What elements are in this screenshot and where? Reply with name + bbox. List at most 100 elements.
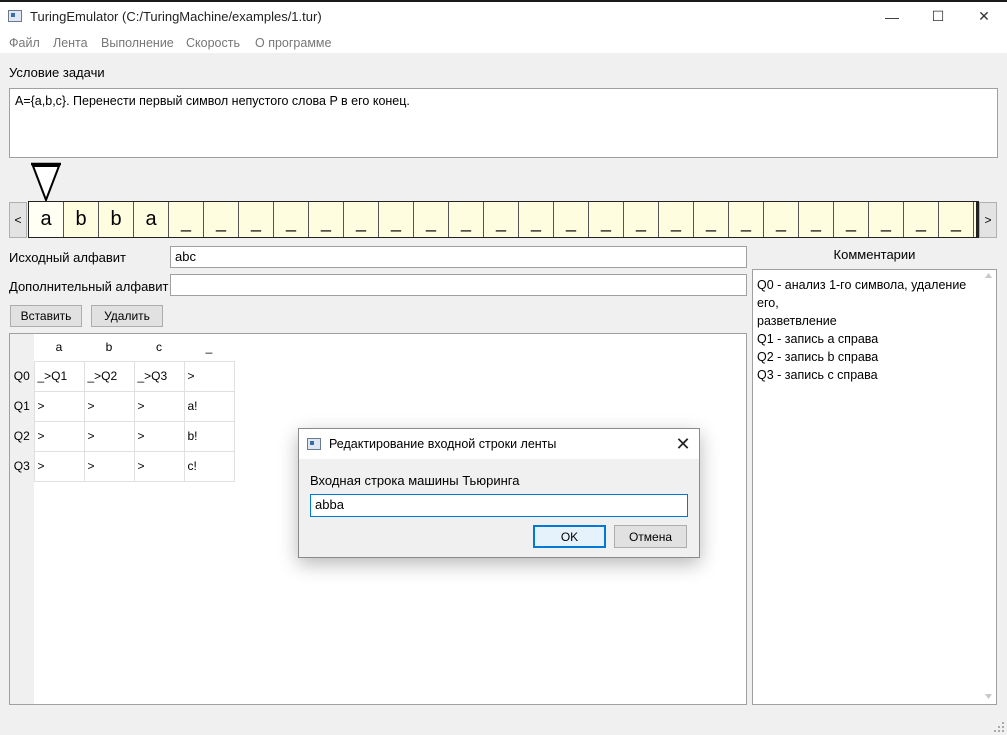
table-cell[interactable]: >	[133, 420, 185, 452]
table-cell[interactable]: >	[33, 390, 85, 422]
table-cell[interactable]: >	[83, 450, 135, 482]
tape-cell[interactable]: _	[239, 202, 274, 237]
table-cell[interactable]: _>Q3	[133, 360, 185, 392]
column-header-c[interactable]: c	[134, 334, 184, 361]
condition-label: Условие задачи	[9, 65, 105, 80]
tape-scroll-right-button[interactable]: >	[979, 202, 997, 238]
tape-cell[interactable]: _	[694, 202, 729, 237]
table-cell[interactable]: >	[183, 360, 235, 392]
tape-cell[interactable]: _	[169, 202, 204, 237]
table-cell[interactable]: >	[33, 450, 85, 482]
column-header-b[interactable]: b	[84, 334, 134, 361]
tape-strip: a b b a _ _ _ _ _ _ _ _ _ _ _ _ _ _ _ _ _ _ _ _ _ _ _	[28, 201, 979, 238]
menu-about[interactable]: О программе	[255, 36, 331, 50]
table-row: Q2 > > > b!	[10, 420, 235, 452]
table-row: Q3 > > > c!	[10, 450, 235, 482]
comment-line: Q0 - анализ 1-го символа, удаление его,	[757, 278, 967, 310]
edit-tape-dialog: Редактирование входной строки ленты ✕ Вх…	[298, 428, 700, 558]
maximize-button[interactable]: ☐	[915, 0, 961, 33]
tape-cell[interactable]: a	[134, 202, 169, 237]
tape-cell[interactable]: _	[554, 202, 589, 237]
tape-cell[interactable]: _	[729, 202, 764, 237]
tape-cell[interactable]: _	[414, 202, 449, 237]
table-cell[interactable]: b!	[183, 420, 235, 452]
cancel-button[interactable]: Отмена	[614, 525, 687, 548]
tape-cell[interactable]: _	[449, 202, 484, 237]
tape-cell[interactable]: _	[624, 202, 659, 237]
tape-cell[interactable]: _	[309, 202, 344, 237]
window-top-border	[0, 0, 1007, 2]
tape-cell[interactable]: b	[99, 202, 134, 237]
dialog-title: Редактирование входной строки ленты	[329, 437, 557, 451]
tape-cell[interactable]: _	[204, 202, 239, 237]
dialog-input-label: Входная строка машины Тьюринга	[310, 473, 520, 488]
tape-cell[interactable]: a	[29, 202, 64, 237]
scroll-down-arrow-icon	[985, 694, 992, 699]
tape-cell[interactable]: _	[799, 202, 834, 237]
table-cell[interactable]: >	[133, 450, 185, 482]
menu-file[interactable]: Файл	[9, 36, 40, 50]
table-cell[interactable]: c!	[183, 450, 235, 482]
tape-cell[interactable]: _	[764, 202, 799, 237]
comments-textbox[interactable]: Q0 - анализ 1-го символа, удаление его, …	[752, 269, 997, 705]
comments-scrollbar[interactable]	[981, 270, 996, 704]
window-title: TuringEmulator (C:/TuringMachine/example…	[30, 9, 322, 24]
table-row: Q0 _>Q1 _>Q2 _>Q3 >	[10, 360, 235, 392]
comment-line: Q2 - запись b справа	[757, 350, 879, 364]
tape-cell[interactable]: _	[344, 202, 379, 237]
table-cell[interactable]: >	[33, 420, 85, 452]
tape-cell[interactable]: _	[869, 202, 904, 237]
table-cell[interactable]: >	[133, 390, 185, 422]
ok-button[interactable]: OK	[533, 525, 606, 548]
tape-cell[interactable]: _	[379, 202, 414, 237]
app-icon	[8, 10, 22, 22]
table-cell[interactable]: _>Q1	[33, 360, 85, 392]
tape-cell[interactable]: _	[484, 202, 519, 237]
dialog-close-button[interactable]: ✕	[671, 432, 695, 456]
comments-label: Комментарии	[833, 247, 916, 262]
row-header-q0[interactable]: Q0	[10, 361, 34, 391]
source-alphabet-label: Исходный алфавит	[9, 250, 126, 265]
tape-input-field[interactable]: abba	[310, 494, 688, 517]
maximize-icon: ☐	[931, 8, 945, 24]
condition-textbox[interactable]: A={a,b,c}. Перенести первый символ непус…	[9, 88, 998, 158]
extra-alphabet-input[interactable]	[170, 274, 747, 296]
tape-cell[interactable]: _	[904, 202, 939, 237]
row-header-q3[interactable]: Q3	[10, 451, 34, 481]
tape-cell[interactable]: _	[519, 202, 554, 237]
extra-alphabet-label: Дополнительный алфавит	[9, 279, 169, 294]
menu-run[interactable]: Выполнение	[101, 36, 174, 50]
table-cell[interactable]: a!	[183, 390, 235, 422]
menu-speed[interactable]: Скорость	[186, 36, 240, 50]
table-cell[interactable]: >	[83, 390, 135, 422]
tape-cell[interactable]: _	[659, 202, 694, 237]
row-header-q1[interactable]: Q1	[10, 391, 34, 421]
source-alphabet-input[interactable]: abc	[170, 246, 747, 268]
menu-tape[interactable]: Лента	[53, 36, 88, 50]
scroll-up-arrow-icon	[985, 273, 992, 278]
rules-table: a b c _ Q0 _>Q1 _>Q2 _>Q3 > Q1 > > > a! …	[10, 334, 235, 482]
tape-scroll-left-button[interactable]: <	[9, 202, 27, 238]
column-header-blank[interactable]: _	[184, 334, 234, 361]
dialog-app-icon	[307, 438, 321, 450]
table-cell[interactable]: >	[83, 420, 135, 452]
close-button[interactable]: ✕	[961, 0, 1007, 33]
delete-button[interactable]: Удалить	[91, 305, 163, 327]
minimize-button[interactable]: —	[869, 0, 915, 33]
column-header-a[interactable]: a	[34, 334, 84, 361]
comment-line: Q1 - запись a справа	[757, 332, 879, 346]
tape-cell[interactable]: b	[64, 202, 99, 237]
table-corner	[10, 334, 34, 361]
comment-line: разветвление	[757, 314, 837, 328]
tape-cell[interactable]: _	[834, 202, 869, 237]
insert-button[interactable]: Вставить	[10, 305, 82, 327]
tape-cell[interactable]: _	[274, 202, 309, 237]
tape-cell[interactable]: _	[939, 202, 974, 237]
table-cell[interactable]: _>Q2	[83, 360, 135, 392]
resize-grip-icon[interactable]	[993, 721, 1005, 733]
tape-cell[interactable]: _	[589, 202, 624, 237]
minimize-icon: —	[885, 8, 899, 25]
close-icon: ✕	[675, 433, 691, 454]
row-header-q2[interactable]: Q2	[10, 421, 34, 451]
tape-head-icon	[31, 162, 61, 202]
